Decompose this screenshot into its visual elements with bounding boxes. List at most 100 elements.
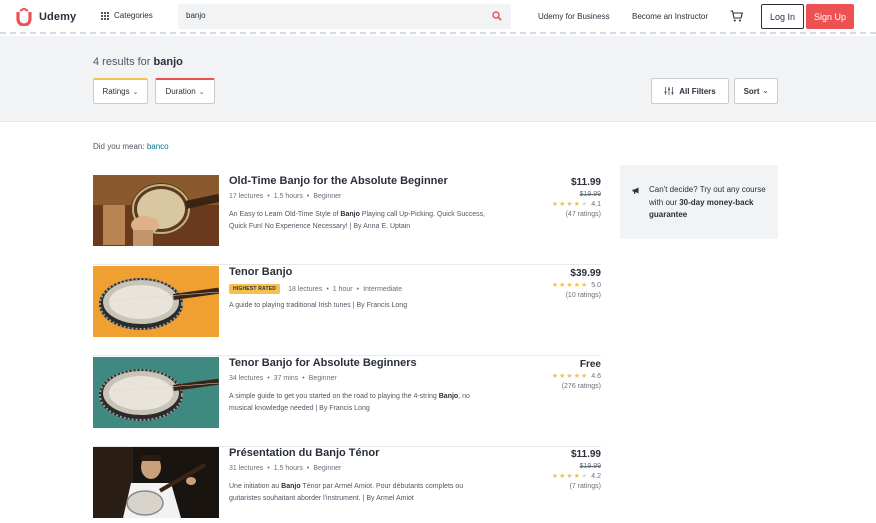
ratings-filter-button[interactable]: Ratings ⌄ xyxy=(93,78,148,104)
course-price: Free xyxy=(579,359,601,370)
course-description: A guide to playing traditional Irish tun… xyxy=(229,302,408,309)
duration-filter-button[interactable]: Duration ⌄ xyxy=(155,78,215,104)
course-price-box: $11.99 $19.99 ★★★★★ 4.1 (47 ratings) xyxy=(521,177,601,218)
course-title[interactable]: Présentation du Banjo Ténor xyxy=(229,447,379,459)
tenor-banjo-image xyxy=(93,266,219,337)
course-old-price: $19.99 xyxy=(579,191,601,198)
udemy-logo[interactable]: Udemy xyxy=(15,8,76,26)
course-duration: 1.5 hours xyxy=(273,193,303,200)
megaphone-icon xyxy=(632,187,639,194)
sort-label: Sort xyxy=(743,86,760,96)
course-title[interactable]: Tenor Banjo for Absolute Beginners xyxy=(229,357,417,369)
course-rating-count: (10 ratings) xyxy=(565,292,601,299)
course-title[interactable]: Old-Time Banjo for the Absolute Beginner xyxy=(229,175,448,187)
course-card[interactable]: Tenor Banjo for Absolute Beginners 34 le… xyxy=(93,357,601,447)
course-level: Intermediate xyxy=(363,285,403,293)
filter-bar: 4 results for banjo Ratings ⌄ Duration ⌄… xyxy=(0,36,876,122)
grid-icon xyxy=(101,11,109,20)
course-lectures: 31 lectures xyxy=(229,465,264,472)
categories-label: Categories xyxy=(114,11,153,20)
course-rating-count: (7 ratings) xyxy=(569,483,601,490)
course-description: An Easy to Learn Old-Time Style of Banjo… xyxy=(229,211,486,230)
did-you-mean: Did you mean: banco xyxy=(93,142,169,151)
course-rating: ★★★★★ 4.1 xyxy=(521,200,601,209)
course-level: Beginner xyxy=(313,193,342,200)
course-price-box: $39.99 ★★★★★ 5.0 (10 ratings) xyxy=(521,268,601,299)
star-rating-icon: ★★★★★ xyxy=(551,201,589,208)
course-rating-value: 4.2 xyxy=(591,472,601,480)
all-filters-button[interactable]: All Filters xyxy=(651,78,729,104)
login-button[interactable]: Log In xyxy=(761,4,804,29)
cart-icon[interactable] xyxy=(730,10,743,22)
course-duration: 1.5 hours xyxy=(273,465,303,472)
course-rating-count: (47 ratings) xyxy=(565,211,601,218)
banjo-player-image xyxy=(93,175,219,246)
course-description: A simple guide to get you started on the… xyxy=(229,393,470,412)
course-thumbnail[interactable] xyxy=(93,266,219,337)
course-old-price: $19.99 xyxy=(579,463,601,470)
chevron-down-icon: ⌄ xyxy=(198,88,205,96)
course-rating: ★★★★★ 5.0 xyxy=(521,281,601,290)
star-rating-icon: ★★★★★ xyxy=(551,373,589,380)
categories-menu[interactable]: Categories xyxy=(101,11,153,20)
course-rating: ★★★★★ 4.6 xyxy=(521,372,601,381)
search-bar xyxy=(178,4,511,29)
course-price: $39.99 xyxy=(570,268,601,279)
course-card[interactable]: Présentation du Banjo Ténor 31 lectures … xyxy=(93,447,601,523)
course-meta: 31 lectures • 1.5 hours • Beginner xyxy=(229,465,342,472)
star-rating-icon: ★★★★★ xyxy=(551,473,589,480)
course-price-box: $11.99 $19.99 ★★★★★ 4.2 (7 ratings) xyxy=(521,449,601,490)
logo-text: Udemy xyxy=(39,11,77,23)
course-lectures: 34 lectures xyxy=(229,375,264,382)
chevron-down-icon: ⌄ xyxy=(762,88,769,95)
star-rating-icon: ★★★★★ xyxy=(551,282,589,289)
course-lectures: 17 lectures xyxy=(229,193,264,200)
sliders-icon xyxy=(664,87,674,95)
course-price-box: Free ★★★★★ 4.6 (276 ratings) xyxy=(521,359,601,390)
highest-rated-badge: HIGHEST RATED xyxy=(229,284,281,294)
did-you-mean-suggestion-link[interactable]: banco xyxy=(147,142,169,151)
results-query: banjo xyxy=(153,56,183,68)
course-card[interactable]: Old-Time Banjo for the Absolute Beginner… xyxy=(93,175,601,265)
course-rating-value: 5.0 xyxy=(591,281,601,289)
course-duration: 1 hour xyxy=(332,285,353,293)
tenor-banjo-image xyxy=(93,357,219,428)
money-back-guarantee-card: Can't decide? Try out any course with ou… xyxy=(620,165,778,239)
search-input[interactable] xyxy=(186,11,476,20)
chevron-down-icon: ⌄ xyxy=(132,88,139,96)
course-title[interactable]: Tenor Banjo xyxy=(229,266,292,278)
course-thumbnail[interactable] xyxy=(93,447,219,518)
course-meta: 34 lectures • 37 mins • Beginner xyxy=(229,375,337,382)
course-rating-value: 4.6 xyxy=(591,372,601,380)
course-thumbnail[interactable] xyxy=(93,175,219,246)
udemy-logo-icon xyxy=(16,8,32,26)
course-lectures: 18 lectures xyxy=(288,285,323,293)
course-card[interactable]: Tenor Banjo HIGHEST RATED 18 lectures • … xyxy=(93,266,601,356)
become-instructor-link[interactable]: Become an Instructor xyxy=(632,12,708,21)
course-rating: ★★★★★ 4.2 xyxy=(521,472,601,481)
course-rating-count: (276 ratings) xyxy=(561,383,601,390)
ratings-filter-label: Ratings xyxy=(102,87,130,96)
course-level: Beginner xyxy=(308,375,337,382)
course-price: $11.99 xyxy=(570,449,601,460)
course-meta: HIGHEST RATED 18 lectures • 1 hour • Int… xyxy=(229,284,402,294)
course-level: Beginner xyxy=(313,465,342,472)
course-rating-value: 4.1 xyxy=(591,200,601,208)
results-title: 4 results for banjo xyxy=(93,56,183,68)
udemy-for-business-link[interactable]: Udemy for Business xyxy=(538,12,610,21)
course-description: Une initiation au Banjo Ténor par Armel … xyxy=(229,483,464,502)
did-you-mean-prefix: Did you mean: xyxy=(93,142,145,151)
sort-button[interactable]: Sort ⌄ xyxy=(734,78,778,104)
banjo-performer-image xyxy=(93,447,219,518)
guarantee-text: Can't decide? Try out any course with ou… xyxy=(649,185,766,219)
top-nav: Udemy Categories Udemy for Business Beco… xyxy=(0,0,876,34)
course-thumbnail[interactable] xyxy=(93,357,219,428)
duration-filter-label: Duration xyxy=(165,87,196,96)
course-duration: 37 mins xyxy=(273,375,299,382)
signup-button[interactable]: Sign Up xyxy=(806,4,854,29)
all-filters-label: All Filters xyxy=(679,86,716,96)
search-icon[interactable] xyxy=(492,11,502,21)
results-count: 4 results for xyxy=(93,56,151,68)
course-price: $11.99 xyxy=(570,177,601,188)
course-meta: 17 lectures • 1.5 hours • Beginner xyxy=(229,193,342,200)
